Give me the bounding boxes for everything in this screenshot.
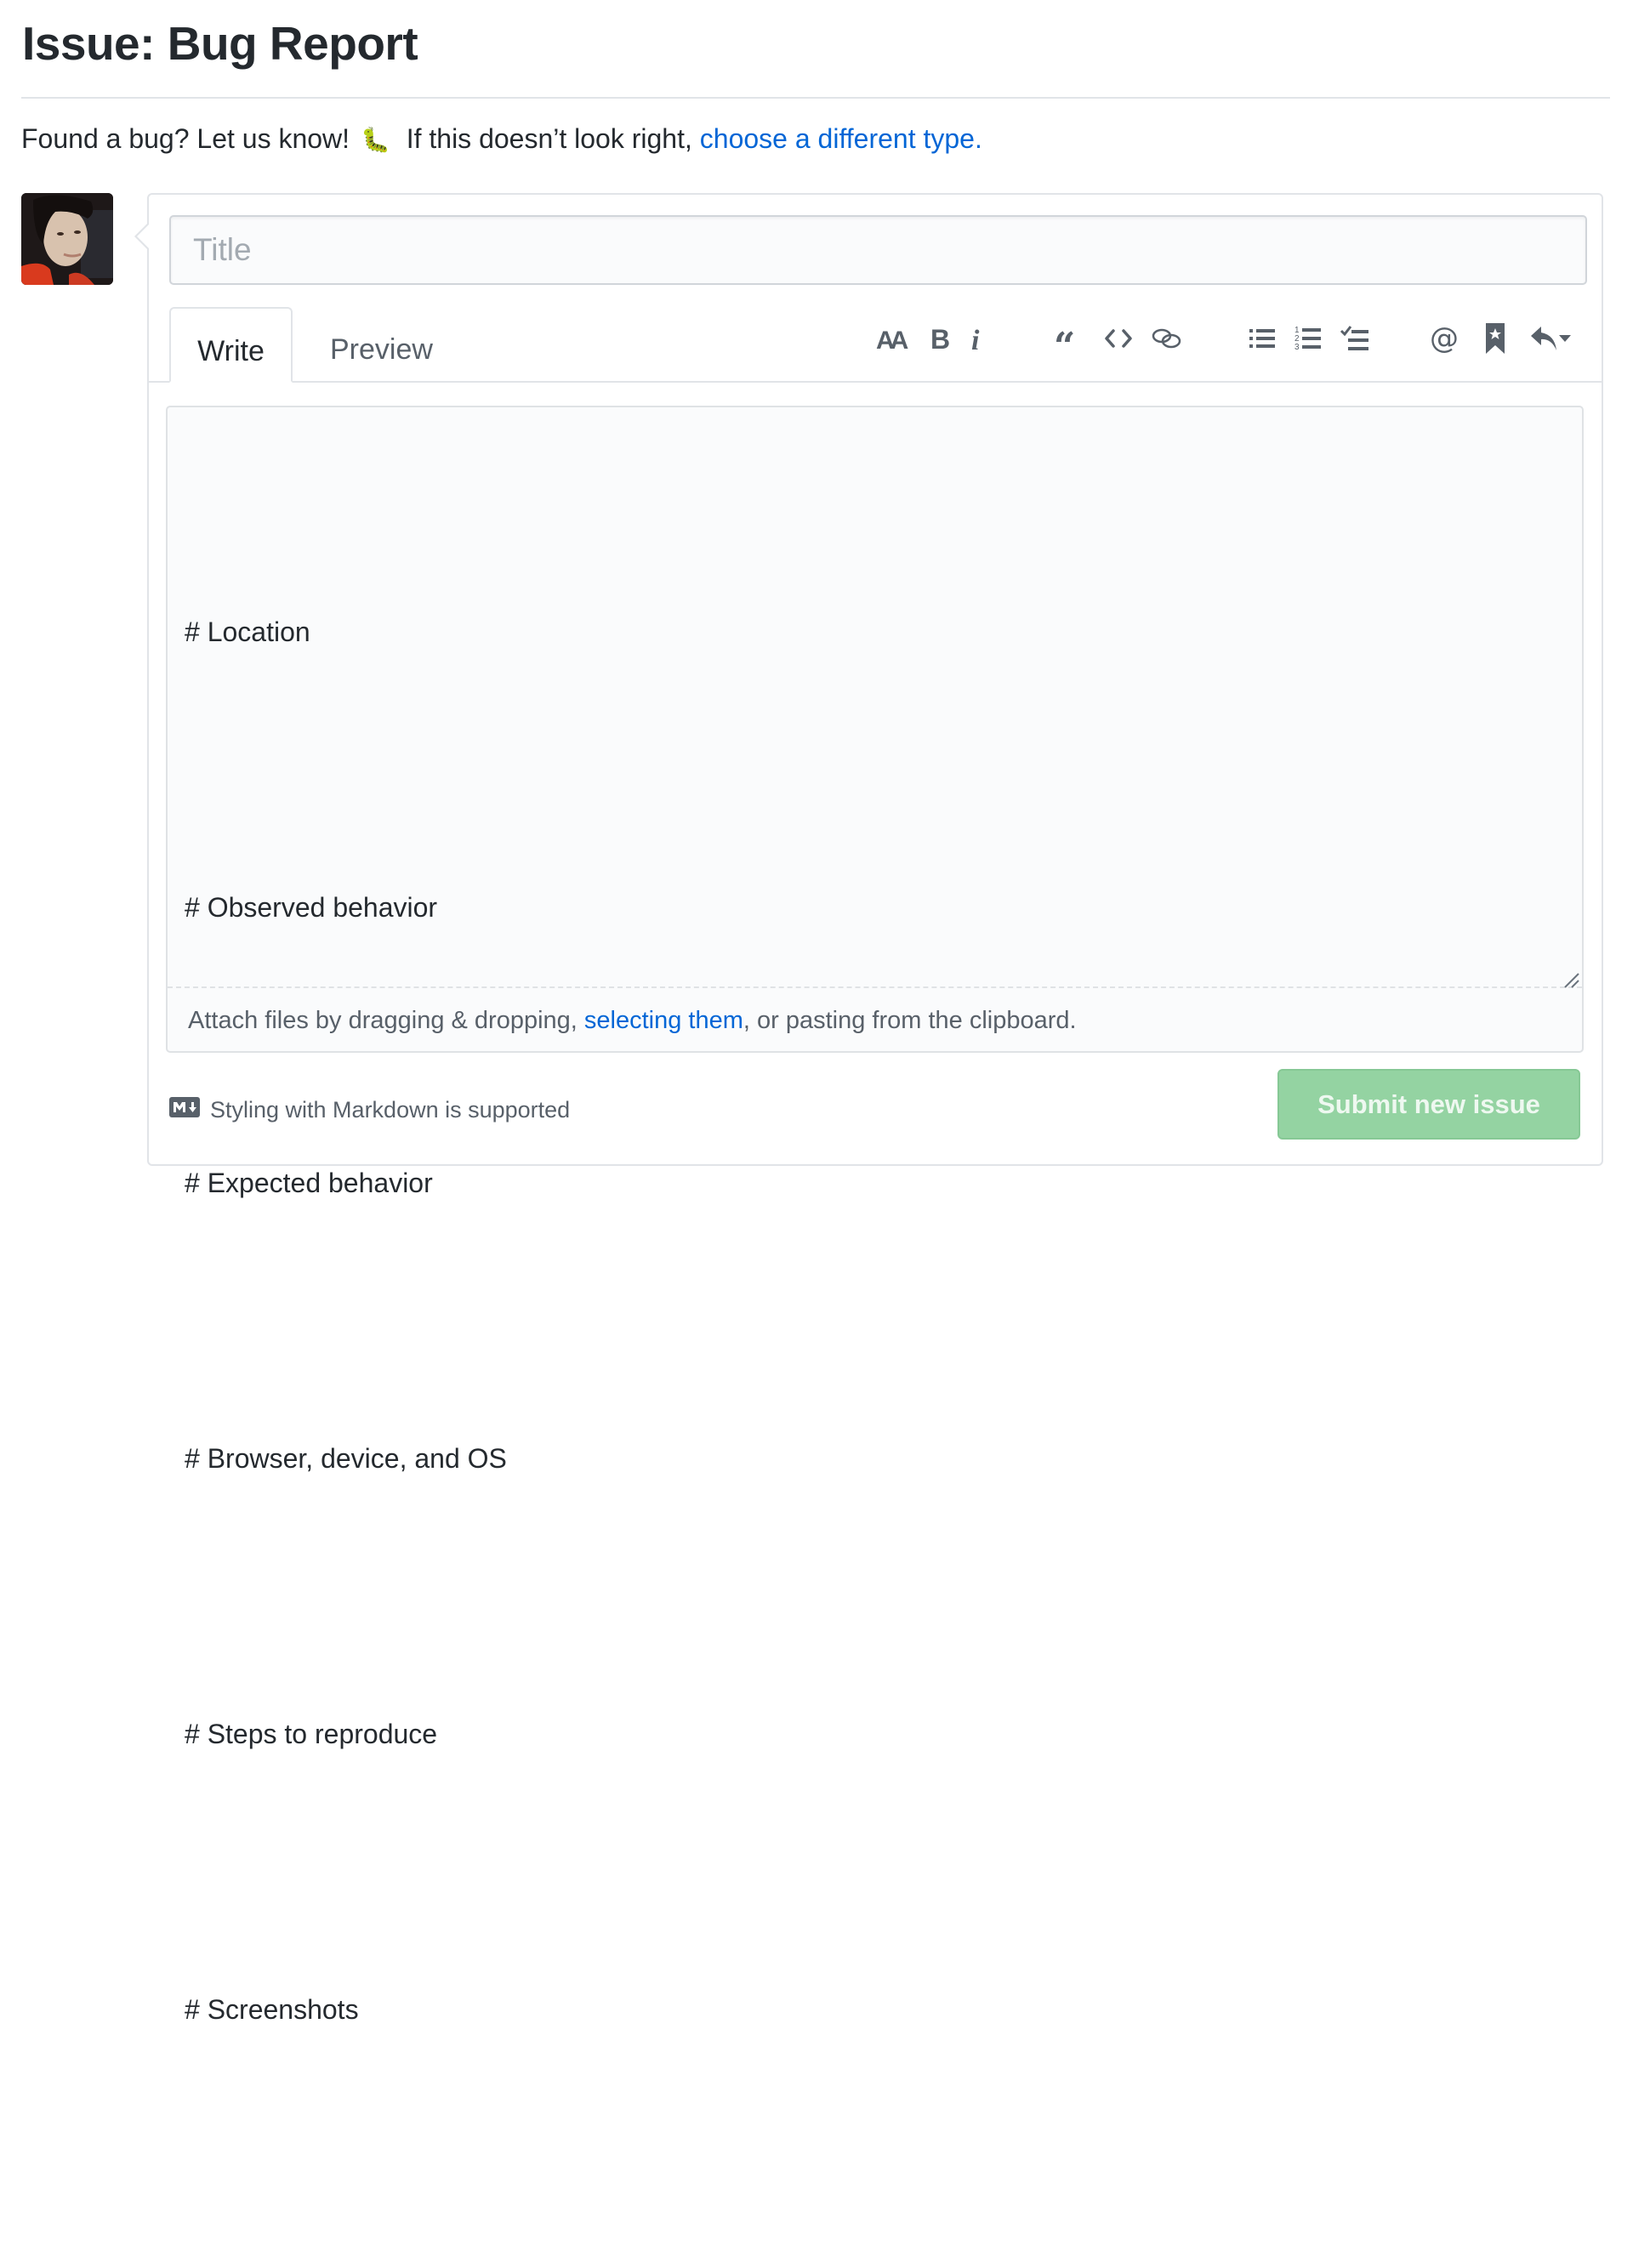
attach-suffix: , or pasting from the clipboard. <box>743 1007 1077 1034</box>
italic-button[interactable]: i <box>968 320 987 357</box>
list-ordered-icon: 123 <box>1294 324 1323 353</box>
mention-button[interactable]: @ <box>1429 320 1461 357</box>
body-line: # Observed behavior <box>185 892 438 923</box>
markdown-note-text: Styling with Markdown is supported <box>210 1097 571 1123</box>
code-button[interactable] <box>1102 320 1135 357</box>
svg-text:“: “ <box>1054 325 1075 352</box>
code-icon <box>1103 327 1134 350</box>
svg-text:@: @ <box>1430 322 1459 355</box>
link-icon <box>1150 326 1184 351</box>
body-line: # Browser, device, and OS <box>185 1443 507 1474</box>
resize-handle-icon[interactable] <box>1562 970 1580 989</box>
body-line: # Screenshots <box>185 1994 359 2025</box>
submit-new-issue-button[interactable]: Submit new issue <box>1277 1069 1580 1140</box>
attach-divider <box>168 986 1582 988</box>
attach-prefix: Attach files by dragging & dropping, <box>188 1007 584 1034</box>
bookmark-icon <box>1484 321 1506 355</box>
select-files-link[interactable]: selecting them <box>584 1007 743 1034</box>
italic-icon: i <box>970 323 985 354</box>
svg-text:AA: AA <box>876 327 908 352</box>
saved-reply-button[interactable] <box>1483 320 1507 357</box>
svg-text:3: 3 <box>1294 343 1300 352</box>
mention-icon: @ <box>1429 322 1461 355</box>
task-list-button[interactable] <box>1339 320 1371 357</box>
text-size-icon: AA <box>876 325 912 352</box>
avatar-image <box>21 193 113 285</box>
link-button[interactable] <box>1150 320 1184 357</box>
bold-button[interactable]: B <box>929 320 953 357</box>
form-pointer-arrow-fill <box>137 225 149 248</box>
reply-button[interactable] <box>1526 320 1575 357</box>
markdown-support-note[interactable]: Styling with Markdown is supported <box>169 1097 570 1123</box>
ordered-list-button[interactable]: 123 <box>1293 320 1323 357</box>
title-divider <box>21 97 1610 99</box>
quote-icon: “ <box>1054 325 1083 352</box>
markdown-icon <box>169 1097 200 1123</box>
issue-body-textarea[interactable]: # Location # Observed behavior # Expecte… <box>185 431 1565 2025</box>
body-line: # Steps to reproduce <box>185 1719 438 1749</box>
issue-title-input[interactable] <box>169 215 1587 285</box>
issue-type-description: Found a bug? Let us know! 🐛 If this does… <box>21 122 982 157</box>
attach-files-hint: Attach files by dragging & dropping, sel… <box>188 1005 1077 1036</box>
intro-suffix: If this doesn’t look right, <box>406 123 692 154</box>
text-size-button[interactable]: AA <box>876 320 912 357</box>
tasklist-icon <box>1340 324 1370 353</box>
svg-text:B: B <box>930 325 950 352</box>
chevron-down-icon <box>1558 333 1572 344</box>
unordered-list-button[interactable] <box>1247 320 1277 357</box>
tab-preview[interactable]: Preview <box>330 307 433 383</box>
svg-text:i: i <box>971 325 980 354</box>
issue-body-editor: # Location # Observed behavior # Expecte… <box>166 406 1584 2025</box>
choose-different-type-link[interactable]: choose a different type. <box>700 123 982 154</box>
page-title: Issue: Bug Report <box>22 17 418 70</box>
body-line: # Location <box>185 617 310 647</box>
reply-icon <box>1529 325 1558 352</box>
bug-emoji-icon: 🐛 <box>360 127 390 153</box>
intro-text: Found a bug? Let us know! <box>21 123 350 154</box>
tab-write[interactable]: Write <box>169 307 293 383</box>
bold-icon: B <box>930 325 952 352</box>
list-unordered-icon <box>1248 325 1277 352</box>
body-line: # Expected behavior <box>185 1168 433 1198</box>
avatar[interactable] <box>21 193 113 285</box>
quote-button[interactable]: “ <box>1053 320 1084 357</box>
